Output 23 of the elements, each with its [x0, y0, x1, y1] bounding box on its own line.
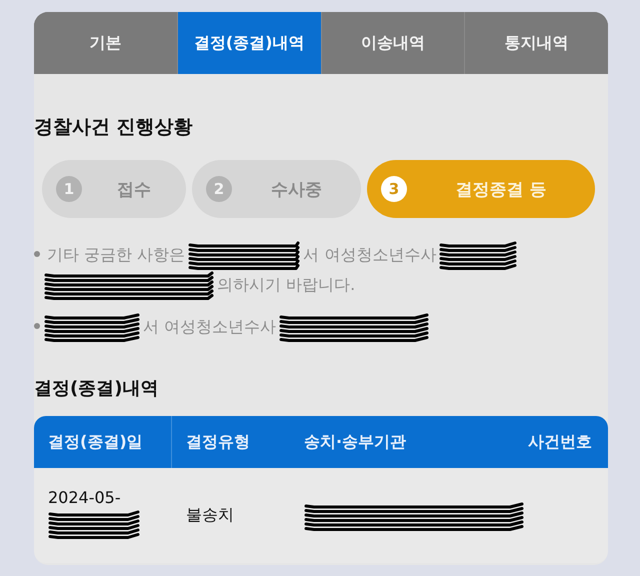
column-header: 결정(종결)일: [34, 416, 172, 468]
column-header: 결정유형: [185, 430, 251, 452]
note-text: 서 여성청소년수사: [303, 244, 436, 266]
step-number: 2: [206, 176, 232, 202]
note-text: 의하시기 바랍니다.: [217, 274, 356, 296]
step-number: 1: [56, 176, 82, 202]
table-cell: 불송치: [186, 505, 234, 524]
bullet-icon: [34, 323, 40, 329]
table-cell: 2024-05-: [48, 488, 121, 507]
column-header: 송치·송부기관: [303, 430, 408, 452]
tab[interactable]: 결정(종결)내역: [178, 12, 322, 74]
note-text: 기타 궁금한 사항은: [47, 244, 186, 266]
step-label: 결정종결 등: [454, 178, 548, 200]
column-header: 사건번호: [527, 430, 593, 452]
step-label: 접수: [116, 178, 152, 200]
note-text: 서 여성청소년수사: [143, 316, 276, 338]
step-number: 3: [381, 176, 407, 202]
tab[interactable]: 이송내역: [322, 12, 466, 74]
tab[interactable]: 기본: [34, 12, 178, 74]
section-title: 결정(종결)내역: [34, 377, 160, 400]
bullet-icon: [34, 251, 40, 257]
step-label: 수사중: [270, 178, 323, 200]
section-title: 경찰사건 진행상황: [34, 115, 194, 140]
